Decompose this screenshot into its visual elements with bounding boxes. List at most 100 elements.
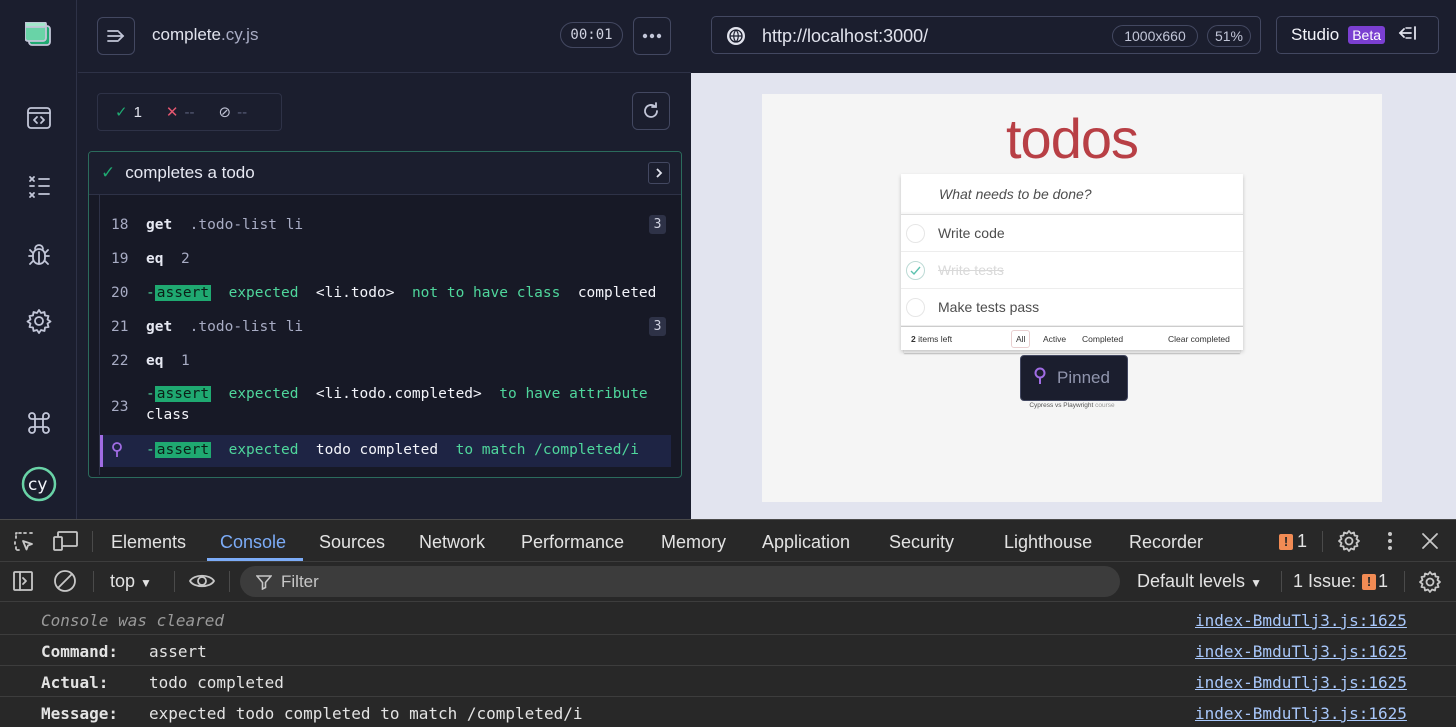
issues-badge-count: 1 [1297, 531, 1308, 551]
issues-counter[interactable]: 1 Issue: ! 1 [1293, 571, 1388, 592]
assert-value: /completed/i [534, 442, 639, 458]
device-toolbar-icon[interactable] [53, 530, 79, 557]
console-filter-input[interactable]: Filter [240, 566, 1120, 597]
console-source-link[interactable]: index-BmduTlj3.js:1625 [1195, 642, 1407, 661]
assert-part: expected [228, 442, 299, 458]
url-bar[interactable]: http://localhost:3000/ 1000x660 51% [711, 16, 1261, 54]
console-source-link[interactable]: index-BmduTlj3.js:1625 [1195, 704, 1407, 723]
runs-icon[interactable] [24, 171, 54, 201]
spec-filename: complete.cy.js [152, 25, 258, 45]
inspect-element-icon[interactable] [12, 530, 36, 559]
debug-bug-icon[interactable] [24, 240, 54, 270]
devtools-tabbar: Elements Console Sources Network Perform… [0, 520, 1456, 562]
command-row[interactable]: 22 eq 1 [100, 353, 671, 387]
command-arg: .todo-list li [189, 217, 304, 233]
log-levels-select[interactable]: Default levels ▼ [1137, 571, 1262, 592]
tab-lighthouse[interactable]: Lighthouse [1004, 532, 1092, 553]
todo-toggle-checked[interactable] [906, 261, 925, 280]
tab-recorder[interactable]: Recorder [1129, 532, 1203, 553]
items-left-text: items left [918, 334, 953, 344]
failed-count: -- [184, 103, 195, 121]
command-row[interactable]: 19 eq 2 [100, 251, 671, 285]
command-text: - assert expected <li.todo.completed> to … [146, 384, 656, 426]
divider [1281, 571, 1282, 592]
assert-value: completed [577, 285, 657, 301]
command-name: get [146, 217, 173, 233]
open-in-ide-button[interactable] [648, 162, 670, 184]
command-number: 22 [111, 353, 129, 369]
console-value: assert [149, 642, 207, 661]
sidebar-toggle-icon[interactable] [12, 570, 34, 597]
zoom-pill[interactable]: 51% [1207, 25, 1251, 47]
assert-part: expected [228, 386, 299, 402]
console-value: expected todo completed to match /comple… [149, 704, 583, 723]
filter-all[interactable]: All [1011, 330, 1031, 348]
command-text: get .todo-list li [146, 217, 303, 233]
assert-label: assert [154, 442, 212, 458]
filter-completed[interactable]: Completed [1077, 330, 1128, 348]
close-icon[interactable] [1420, 531, 1440, 556]
more-options-button[interactable] [633, 17, 671, 55]
command-row[interactable]: 21 get .todo-list li 3 [100, 317, 671, 353]
command-row[interactable]: 18 get .todo-list li 3 [100, 215, 671, 251]
items-left: 2 items left [911, 334, 952, 344]
credit-sub[interactable]: course [1095, 402, 1115, 409]
test-header[interactable]: ✓ completes a todo [89, 152, 681, 195]
console-source-link[interactable]: index-BmduTlj3.js:1625 [1195, 611, 1407, 630]
test-pass-check-icon: ✓ [101, 163, 116, 182]
new-todo-input[interactable]: What needs to be done? [901, 174, 1243, 215]
caret-down-icon: ▼ [140, 576, 152, 590]
tab-performance[interactable]: Performance [521, 532, 624, 553]
console-settings-gear-icon[interactable] [1418, 570, 1442, 599]
console-line: Message: expected todo completed to matc… [0, 697, 1456, 727]
items-left-count: 2 [911, 334, 916, 344]
clear-console-icon[interactable] [53, 569, 77, 598]
command-log-panel: complete.cy.js 00:01 ✓ 1 ✕ -- ⊘ -- ✓ com… [78, 0, 691, 519]
context-select[interactable]: top ▼ [110, 571, 152, 592]
settings-gear-icon[interactable] [1337, 529, 1361, 558]
toggle-specs-button[interactable] [97, 17, 135, 55]
tab-network[interactable]: Network [419, 532, 485, 553]
todo-toggle[interactable] [906, 298, 925, 317]
command-row[interactable]: 20 - assert expected <li.todo> not to hav… [100, 285, 671, 319]
keyboard-shortcuts-icon[interactable] [24, 408, 54, 438]
spec-name: complete [152, 25, 221, 44]
todo-item-completed[interactable]: Write tests [901, 252, 1243, 289]
beta-badge: Beta [1348, 26, 1386, 44]
clear-completed-button[interactable]: Clear completed [1168, 334, 1230, 344]
todo-item[interactable]: Write code [901, 215, 1243, 252]
refresh-icon [644, 102, 658, 118]
settings-gear-icon[interactable] [24, 306, 54, 336]
tab-console[interactable]: Console [220, 532, 286, 553]
console-source-link[interactable]: index-BmduTlj3.js:1625 [1195, 673, 1407, 692]
todo-item[interactable]: Make tests pass [901, 289, 1243, 326]
filter-funnel-icon [255, 574, 273, 595]
viewport-size-pill[interactable]: 1000x660 [1112, 25, 1198, 47]
tab-security[interactable]: Security [889, 532, 954, 553]
filter-active[interactable]: Active [1038, 330, 1071, 348]
tab-sources[interactable]: Sources [319, 532, 385, 553]
tab-elements[interactable]: Elements [111, 532, 186, 553]
issues-button[interactable]: ! 1 [1279, 531, 1307, 552]
command-arg: 1 [180, 353, 190, 369]
cypress-logo-icon[interactable]: cy [20, 465, 58, 503]
command-row[interactable]: 23 - assert expected <li.todo.completed> … [100, 384, 671, 435]
studio-button[interactable]: Studio Beta [1276, 16, 1439, 54]
tab-memory[interactable]: Memory [661, 532, 726, 553]
warning-icon: ! [1279, 533, 1293, 550]
tab-application[interactable]: Application [762, 532, 850, 553]
kebab-menu-icon[interactable] [1386, 530, 1394, 557]
pinned-tooltip: Pinned [1020, 355, 1128, 401]
live-expression-eye-icon[interactable] [188, 571, 216, 596]
app-logo[interactable] [24, 21, 51, 46]
todo-toggle[interactable] [906, 224, 925, 243]
rerun-button[interactable] [632, 92, 670, 130]
new-todo-placeholder: What needs to be done? [939, 186, 1092, 202]
todo-title: Write tests [938, 262, 1004, 278]
command-arg: 2 [180, 251, 190, 267]
console-cleared-text: Console was cleared [41, 611, 225, 630]
failed-stat: ✕ -- [166, 103, 195, 122]
specs-icon[interactable] [24, 103, 54, 133]
command-row-pinned[interactable]: - assert expected todo completed to match… [100, 435, 671, 467]
aut-viewport: todos What needs to be done? Write code … [691, 73, 1456, 519]
